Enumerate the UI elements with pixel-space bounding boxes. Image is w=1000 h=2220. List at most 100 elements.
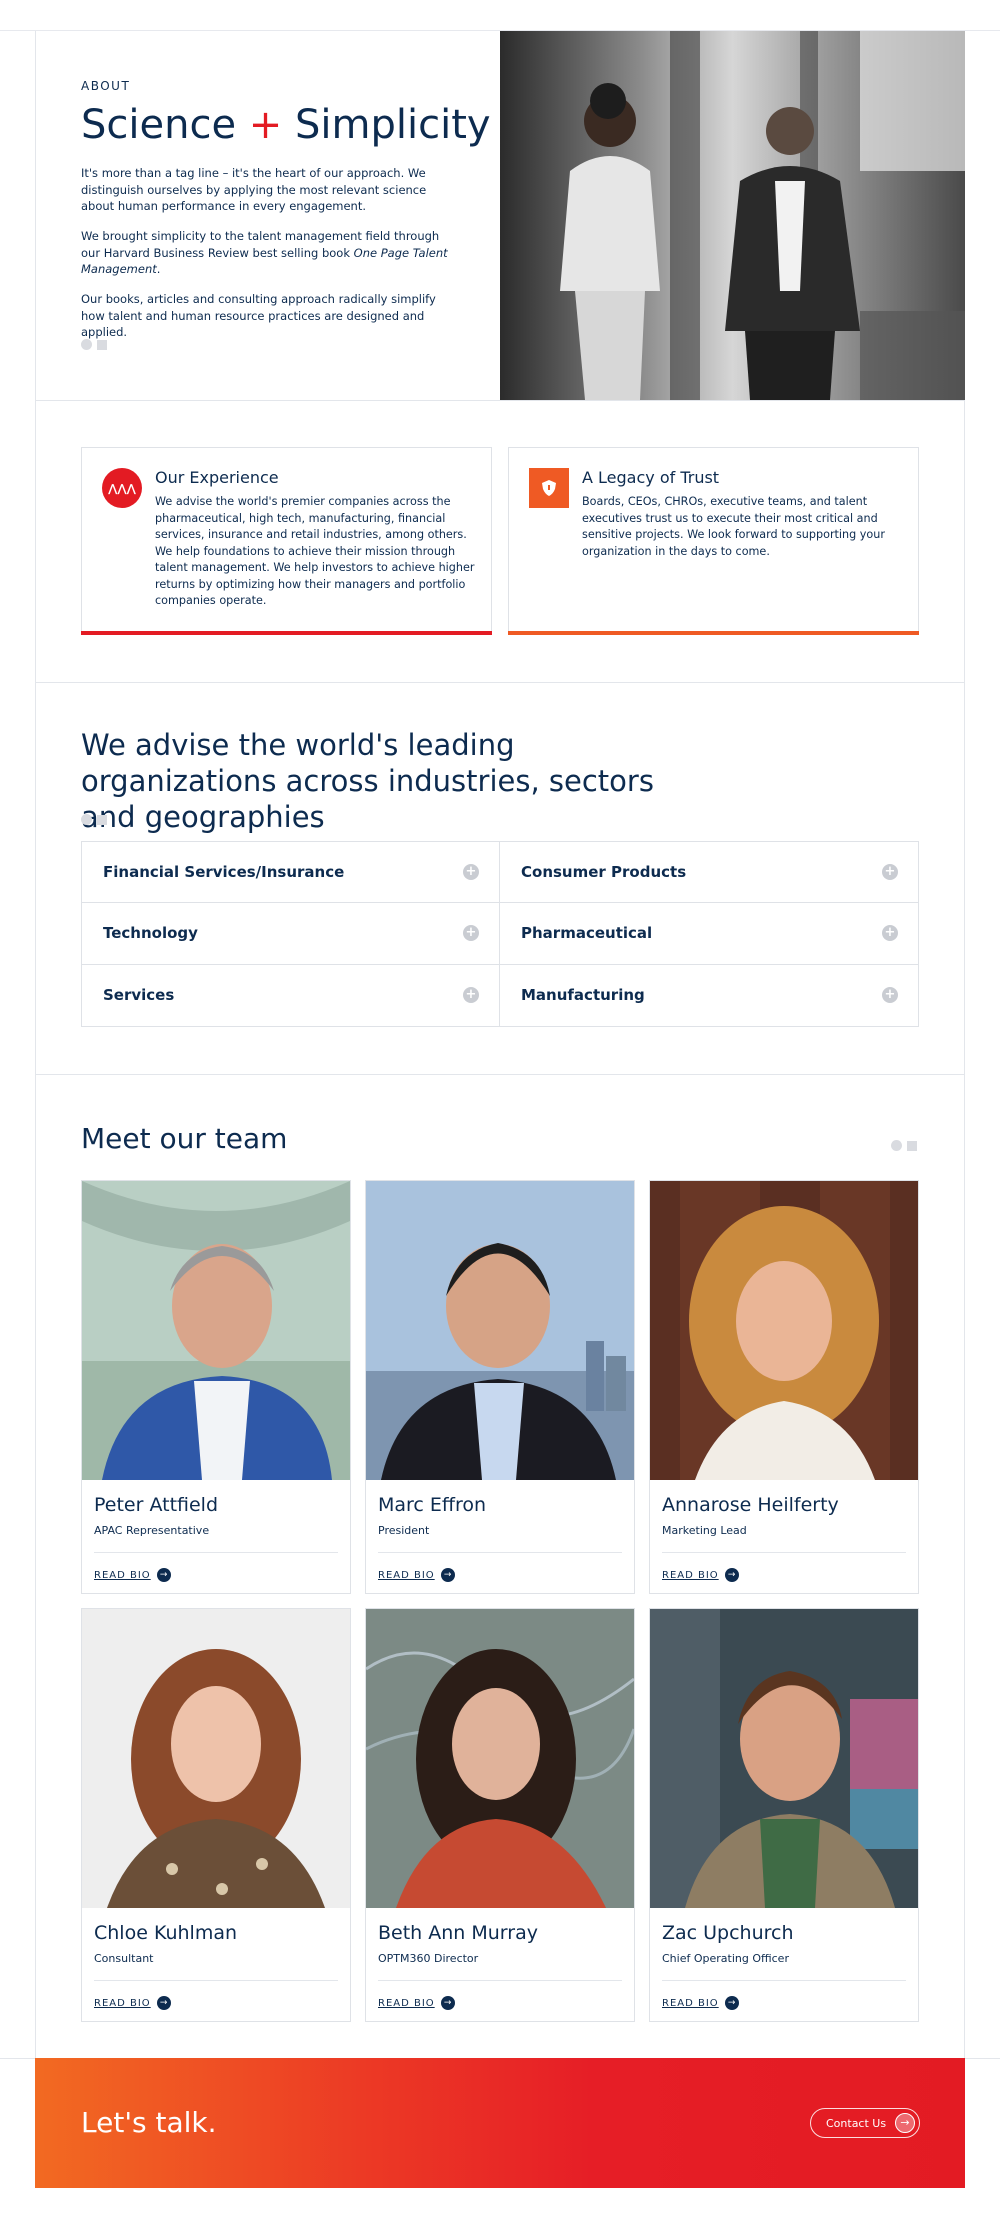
carousel-dot[interactable] bbox=[81, 814, 92, 825]
card-title: A Legacy of Trust bbox=[582, 468, 720, 487]
section-eyebrow: ABOUT bbox=[81, 79, 131, 93]
industry-label: Consumer Products bbox=[521, 863, 687, 882]
arrow-right-icon[interactable]: → bbox=[440, 1996, 455, 2010]
expand-plus-icon[interactable]: + bbox=[882, 925, 898, 942]
read-bio-label[interactable]: READ BIO bbox=[94, 1998, 151, 2009]
divider bbox=[662, 1980, 906, 1981]
carousel-dot[interactable] bbox=[81, 339, 92, 350]
card-accent-bar bbox=[81, 631, 492, 635]
hero-carousel-dots[interactable] bbox=[81, 339, 107, 350]
industries-accordion: Financial Services/Insurance + Consumer P… bbox=[81, 841, 919, 1027]
arrow-right-icon[interactable]: → bbox=[156, 1568, 171, 1582]
divider bbox=[94, 1552, 338, 1553]
read-bio-link[interactable]: READ BIO → bbox=[662, 1996, 739, 2010]
carousel-dot[interactable] bbox=[97, 814, 107, 825]
divider bbox=[35, 400, 965, 401]
read-bio-link[interactable]: READ BIO → bbox=[662, 1568, 739, 1582]
industry-item[interactable]: Pharmaceutical + bbox=[500, 903, 918, 965]
member-name: Chloe Kuhlman bbox=[94, 1922, 238, 1944]
carousel-dot[interactable] bbox=[907, 1140, 917, 1151]
read-bio-link[interactable]: READ BIO → bbox=[94, 1568, 171, 1582]
contact-us-button[interactable]: Contact Us → bbox=[810, 2108, 920, 2138]
read-bio-label[interactable]: READ BIO bbox=[662, 1998, 719, 2009]
industry-item[interactable]: Services + bbox=[82, 964, 500, 1026]
member-photo bbox=[82, 1609, 350, 1908]
team-carousel-dots[interactable] bbox=[891, 1140, 917, 1151]
member-name: Beth Ann Murray bbox=[378, 1922, 538, 1944]
hero-paragraph-2-end: . bbox=[156, 262, 161, 276]
read-bio-label[interactable]: READ BIO bbox=[378, 1998, 435, 2009]
top-header-strip bbox=[0, 0, 1000, 31]
card-legacy-of-trust: A Legacy of Trust Boards, CEOs, CHROs, e… bbox=[508, 447, 919, 635]
member-role: Chief Operating Officer bbox=[662, 1952, 789, 1965]
hero-paragraph-1: It's more than a tag line – it's the hea… bbox=[81, 166, 427, 213]
read-bio-label[interactable]: READ BIO bbox=[662, 1570, 719, 1581]
read-bio-label[interactable]: READ BIO bbox=[94, 1570, 151, 1581]
member-name: Peter Attfield bbox=[94, 1494, 219, 1516]
member-name: Marc Effron bbox=[378, 1494, 487, 1516]
member-photo bbox=[366, 1181, 634, 1480]
industries-carousel-dots[interactable] bbox=[81, 814, 107, 825]
contact-us-label[interactable]: Contact Us bbox=[826, 2117, 886, 2130]
industry-label: Financial Services/Insurance bbox=[103, 863, 345, 882]
expand-plus-icon[interactable]: + bbox=[882, 864, 898, 881]
divider bbox=[378, 1980, 622, 1981]
member-name: Annarose Heilferty bbox=[662, 1494, 839, 1516]
industry-item[interactable]: Financial Services/Insurance + bbox=[82, 842, 500, 904]
hero-title: Science + Simplicity bbox=[81, 102, 491, 148]
team-member-card: Marc Effron President READ BIO → bbox=[365, 1180, 635, 1594]
industry-item[interactable]: Technology + bbox=[82, 903, 500, 965]
member-role: Marketing Lead bbox=[662, 1524, 747, 1537]
card-our-experience: ⋀⋀⋀ Our Experience We advise the world's… bbox=[81, 447, 492, 635]
read-bio-link[interactable]: READ BIO → bbox=[378, 1996, 455, 2010]
member-role: OPTM360 Director bbox=[378, 1952, 479, 1965]
hero-title-part2: Simplicity bbox=[295, 102, 491, 148]
hero-title-part1: Science bbox=[81, 102, 237, 148]
divider bbox=[35, 1074, 965, 1075]
card-accent-bar bbox=[508, 631, 919, 635]
team-member-card: Annarose Heilferty Marketing Lead READ B… bbox=[649, 1180, 919, 1594]
member-photo bbox=[650, 1609, 918, 1908]
member-photo bbox=[366, 1609, 634, 1908]
expand-plus-icon[interactable]: + bbox=[882, 987, 898, 1004]
member-photo bbox=[650, 1181, 918, 1480]
industry-label: Technology bbox=[103, 924, 198, 943]
team-member-card: Peter Attfield APAC Representative READ … bbox=[81, 1180, 351, 1594]
team-member-card: Beth Ann Murray OPTM360 Director READ BI… bbox=[365, 1608, 635, 2022]
expand-plus-icon[interactable]: + bbox=[463, 925, 479, 942]
card-title: Our Experience bbox=[155, 468, 279, 487]
industry-label: Manufacturing bbox=[521, 986, 645, 1005]
carousel-dot[interactable] bbox=[891, 1140, 902, 1151]
member-role: President bbox=[378, 1524, 430, 1537]
arrow-right-icon[interactable]: → bbox=[156, 1996, 171, 2010]
member-role: APAC Representative bbox=[94, 1524, 210, 1537]
read-bio-label[interactable]: READ BIO bbox=[378, 1570, 435, 1581]
divider bbox=[378, 1552, 622, 1553]
expand-plus-icon[interactable]: + bbox=[463, 864, 479, 881]
industry-label: Services bbox=[103, 986, 175, 1005]
read-bio-link[interactable]: READ BIO → bbox=[94, 1996, 171, 2010]
carousel-dot[interactable] bbox=[97, 339, 107, 350]
arrow-right-icon[interactable]: → bbox=[724, 1568, 739, 1582]
contact-banner: Let's talk. Contact Us → bbox=[35, 2058, 965, 2188]
arrow-right-icon[interactable]: → bbox=[440, 1568, 455, 1582]
industry-label: Pharmaceutical bbox=[521, 924, 653, 943]
expand-plus-icon[interactable]: + bbox=[463, 987, 479, 1004]
divider bbox=[94, 1980, 338, 1981]
team-member-card: Chloe Kuhlman Consultant READ BIO → bbox=[81, 1608, 351, 2022]
industry-item[interactable]: Manufacturing + bbox=[500, 965, 918, 1026]
hero-photo-illustration bbox=[500, 31, 965, 400]
team-member-card: Zac Upchurch Chief Operating Officer REA… bbox=[649, 1608, 919, 2022]
arrow-right-icon[interactable]: → bbox=[895, 2113, 915, 2133]
arrow-right-icon[interactable]: → bbox=[724, 1996, 739, 2010]
industries-title: We advise the world's leading organizati… bbox=[81, 728, 654, 834]
card-text: Boards, CEOs, CHROs, executive teams, an… bbox=[582, 495, 885, 558]
team-title: Meet our team bbox=[81, 1122, 288, 1155]
team-icon: ⋀⋀⋀ bbox=[102, 468, 142, 508]
divider bbox=[35, 682, 965, 683]
read-bio-link[interactable]: READ BIO → bbox=[378, 1568, 455, 1582]
industry-item[interactable]: Consumer Products + bbox=[500, 842, 918, 904]
hero-paragraph-2: We brought simplicity to the talent mana… bbox=[81, 228, 451, 278]
hero-photo bbox=[500, 31, 965, 400]
member-role: Consultant bbox=[94, 1952, 154, 1965]
